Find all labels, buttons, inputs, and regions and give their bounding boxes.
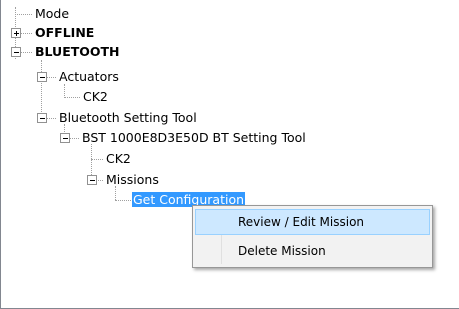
collapse-minus-icon[interactable] xyxy=(37,113,47,123)
tree-connector xyxy=(115,200,131,201)
tree-connector xyxy=(96,180,103,181)
tree-node-ck2-device[interactable]: CK2 xyxy=(105,151,132,166)
tree-connector xyxy=(64,97,80,98)
tree-view[interactable]: Mode OFFLINE BLUETOOTH Actuators CK2 Blu… xyxy=(0,0,459,309)
tree-node-bst-device[interactable]: BST 1000E8D3E50D BT Setting Tool xyxy=(81,130,307,145)
menu-item-label: Delete Mission xyxy=(238,244,326,258)
tree-connector xyxy=(91,159,103,160)
expand-plus-icon[interactable] xyxy=(11,28,21,38)
menu-item-label: Review / Edit Mission xyxy=(238,215,365,229)
context-menu: Review / Edit Mission Delete Mission xyxy=(192,205,433,268)
tree-node-bluetooth-setting-tool[interactable]: Bluetooth Setting Tool xyxy=(58,110,198,125)
tree-node-ck2-actuator[interactable]: CK2 xyxy=(82,89,109,104)
tree-node-mode[interactable]: Mode xyxy=(34,6,70,21)
tree-connector xyxy=(41,60,42,120)
review-edit-mission-menu-item[interactable]: Review / Edit Mission xyxy=(195,209,430,235)
tree-node-offline[interactable]: OFFLINE xyxy=(34,25,95,40)
collapse-minus-icon[interactable] xyxy=(37,72,47,82)
tree-connector xyxy=(15,14,32,15)
tree-connector xyxy=(20,52,32,53)
tree-connector xyxy=(69,138,79,139)
collapse-minus-icon[interactable] xyxy=(87,175,97,185)
tree-node-actuators[interactable]: Actuators xyxy=(58,69,120,84)
tree-connector xyxy=(46,118,56,119)
tree-connector xyxy=(115,186,116,200)
collapse-minus-icon[interactable] xyxy=(11,47,21,57)
tree-node-bluetooth[interactable]: BLUETOOTH xyxy=(34,44,121,59)
tree-connector xyxy=(46,77,56,78)
delete-mission-menu-item[interactable]: Delete Mission xyxy=(195,238,430,264)
tree-node-missions[interactable]: Missions xyxy=(105,172,160,187)
tree-connector xyxy=(64,84,65,98)
collapse-minus-icon[interactable] xyxy=(60,133,70,143)
tree-connector xyxy=(20,33,32,34)
